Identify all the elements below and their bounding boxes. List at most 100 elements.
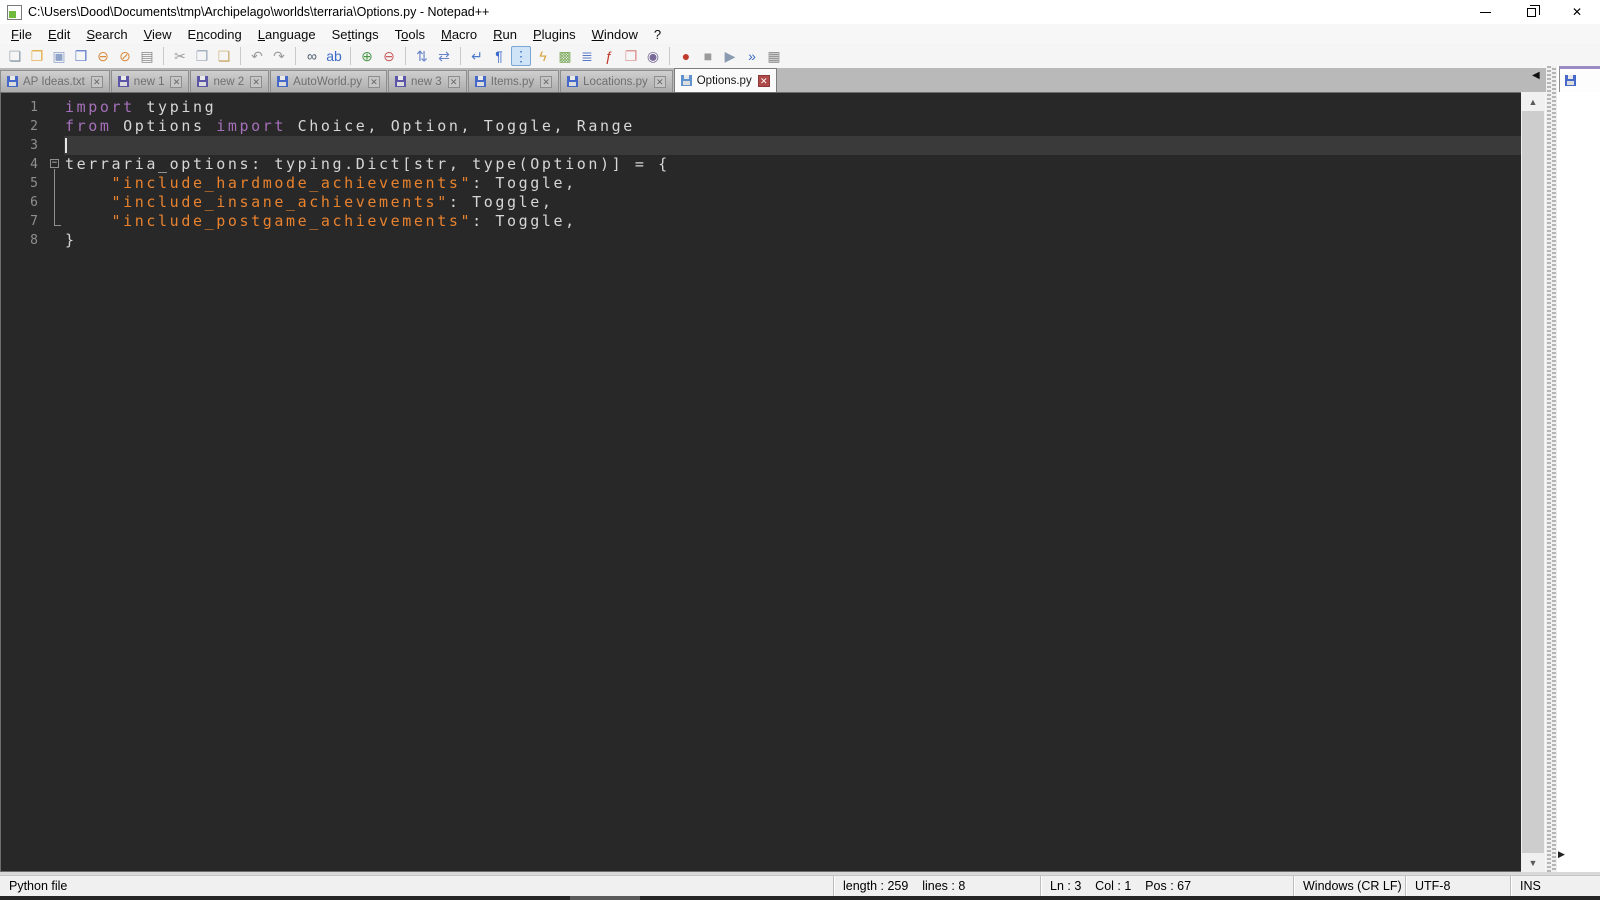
redo-icon[interactable]: ↷ — [269, 46, 289, 66]
tab-new-1[interactable]: new 1 ✕ — [110, 70, 190, 92]
show-all-characters-icon[interactable]: ¶ — [489, 46, 509, 66]
zoom-in-icon[interactable]: ⊕ — [357, 46, 377, 66]
menu-plugins[interactable]: Plugins — [525, 25, 584, 44]
code-line-6[interactable]: 6 "include_insane_achievements": Toggle, — [1, 193, 1521, 212]
word-wrap-icon[interactable]: ↵ — [467, 46, 487, 66]
tab-locations-py[interactable]: Locations.py ✕ — [560, 70, 673, 92]
tab-autoworld-py[interactable]: AutoWorld.py ✕ — [270, 70, 387, 92]
tab-label: Options.py — [696, 74, 752, 87]
macro-run-multiple-icon[interactable]: » — [742, 46, 762, 66]
new-file-icon[interactable]: ❏ — [5, 46, 25, 66]
scroll-up-icon[interactable]: ▲ — [1521, 92, 1545, 111]
menu-window[interactable]: Window — [584, 25, 646, 44]
token-keyword: from — [65, 117, 112, 135]
copy-icon[interactable]: ❐ — [192, 46, 212, 66]
view-file-icon[interactable]: ƒ — [599, 46, 619, 66]
menu-language[interactable]: Language — [250, 25, 324, 44]
status-eol-format[interactable]: Windows (CR LF) — [1293, 876, 1405, 896]
token-string: "include_hardmode_achievements" — [111, 174, 473, 192]
fold-collapse-icon[interactable]: − — [50, 159, 59, 168]
tab-close-icon[interactable]: ✕ — [170, 75, 183, 88]
menu-settings[interactable]: Settings — [324, 25, 387, 44]
code-line-5[interactable]: 5 "include_hardmode_achievements": Toggl… — [1, 174, 1521, 193]
close-file-icon[interactable]: ⊖ — [93, 46, 113, 66]
macro-play-icon[interactable]: ▶ — [720, 46, 740, 66]
editor-vertical-scrollbar[interactable]: ▲ ▼ — [1521, 92, 1545, 872]
scrollbar-thumb[interactable] — [1522, 111, 1544, 853]
second-view-tab[interactable] — [1559, 66, 1600, 92]
zoom-out-icon[interactable]: ⊖ — [379, 46, 399, 66]
document-list-icon[interactable]: ≣ — [577, 46, 597, 66]
code-line-1[interactable]: 1 import typing — [1, 98, 1521, 117]
folder-as-workspace-icon[interactable]: ❐ — [621, 46, 641, 66]
tab-close-icon[interactable]: ✕ — [90, 75, 103, 88]
monitoring-eye-icon[interactable]: ◉ — [643, 46, 663, 66]
tab-bar: AP Ideas.txt ✕ new 1 ✕ new 2 ✕ AutoWorld.py ✕ ne… — [0, 68, 1546, 92]
tab-scroll-left-icon[interactable]: ◀ — [1532, 70, 1540, 81]
tab-options-py[interactable]: Options.py ✕ — [673, 68, 777, 92]
fold-margin-box[interactable]: − — [47, 155, 64, 174]
restore-button[interactable] — [1508, 0, 1554, 24]
second-view-scroll-right-icon[interactable]: ▶ — [1558, 849, 1565, 860]
tab-label: Items.py — [490, 75, 535, 88]
save-icon[interactable]: ▣ — [49, 46, 69, 66]
undo-icon[interactable]: ↶ — [247, 46, 267, 66]
menu-tools[interactable]: Tools — [387, 25, 433, 44]
tab-close-icon[interactable]: ✕ — [757, 74, 770, 87]
status-encoding[interactable]: UTF-8 — [1405, 876, 1510, 896]
replace-icon[interactable]: ab — [324, 46, 344, 66]
tab-new-2[interactable]: new 2 ✕ — [190, 70, 270, 92]
code-line-3[interactable]: 3 — [1, 136, 1521, 155]
code-line-2[interactable]: 2 from Options import Choice, Option, Tog… — [1, 117, 1521, 136]
code-line-8[interactable]: 8} — [1, 231, 1521, 250]
open-file-icon[interactable]: ❐ — [27, 46, 47, 66]
fold-line-foot — [54, 225, 61, 226]
tab-close-icon[interactable]: ✕ — [250, 75, 263, 88]
tab-close-icon[interactable]: ✕ — [368, 75, 380, 88]
status-typing-mode[interactable]: INS — [1510, 876, 1600, 896]
minimize-button[interactable] — [1462, 0, 1508, 24]
scroll-down-icon[interactable]: ▼ — [1521, 853, 1545, 872]
tab-new-3[interactable]: new 3 ✕ — [388, 70, 467, 92]
cut-icon[interactable]: ✂ — [170, 46, 190, 66]
sync-vertical-scroll-icon[interactable]: ⇅ — [412, 46, 432, 66]
function-list-icon[interactable]: ϟ — [533, 46, 553, 66]
menu-edit[interactable]: Edit — [40, 25, 78, 44]
macro-record-icon[interactable]: ● — [676, 46, 696, 66]
tab-close-icon[interactable]: ✕ — [540, 75, 553, 88]
tab-close-icon[interactable]: ✕ — [653, 75, 666, 88]
show-indent-guide-icon[interactable]: ⋮ — [511, 46, 531, 66]
save-all-icon[interactable]: ❒ — [71, 46, 91, 66]
line-number: 2 — [30, 119, 39, 134]
macro-stop-icon[interactable]: ■ — [698, 46, 718, 66]
toolbar-separator — [295, 47, 296, 65]
macro-save-icon[interactable]: ▦ — [764, 46, 784, 66]
tab-items-py[interactable]: Items.py ✕ — [467, 70, 560, 92]
find-icon[interactable]: ∞ — [302, 46, 322, 66]
menu-search[interactable]: Search — [78, 25, 135, 44]
document-map-icon[interactable]: ▩ — [555, 46, 575, 66]
code-line-4[interactable]: 4 − terraria_options: typing.Dict[str, typ… — [1, 155, 1521, 174]
tab-close-icon[interactable]: ✕ — [447, 75, 460, 88]
menu-run[interactable]: Run — [485, 25, 525, 44]
token-string: "include_postgame_achievements" — [111, 212, 473, 230]
menu-view[interactable]: View — [136, 25, 180, 44]
floppy-save-icon — [197, 76, 209, 87]
close-all-icon[interactable]: ⊘ — [115, 46, 135, 66]
code-line-7[interactable]: 7 "include_postgame_achievements": Toggl… — [1, 212, 1521, 231]
menu-encoding[interactable]: Encoding — [180, 25, 250, 44]
paste-icon[interactable]: ❑ — [214, 46, 234, 66]
text-cursor — [65, 138, 67, 153]
menu-macro[interactable]: Macro — [433, 25, 485, 44]
editor[interactable]: 1 import typing 2 from Options import Choic… — [0, 92, 1521, 872]
sync-horizontal-scroll-icon[interactable]: ⇄ — [434, 46, 454, 66]
token-default: } — [65, 231, 77, 249]
print-icon[interactable]: ▤ — [137, 46, 157, 66]
view-splitter[interactable] — [1546, 66, 1557, 872]
notepadpp-window: C:\Users\Dood\Documents\tmp\Archipelago\… — [0, 0, 1600, 900]
menu-help[interactable]: ? — [646, 25, 669, 44]
tab-ap-ideas-txt[interactable]: AP Ideas.txt ✕ — [0, 70, 110, 92]
notepadpp-logo-icon[interactable] — [7, 4, 22, 20]
close-button[interactable]: ✕ — [1554, 0, 1600, 24]
menu-file[interactable]: File — [3, 25, 40, 44]
